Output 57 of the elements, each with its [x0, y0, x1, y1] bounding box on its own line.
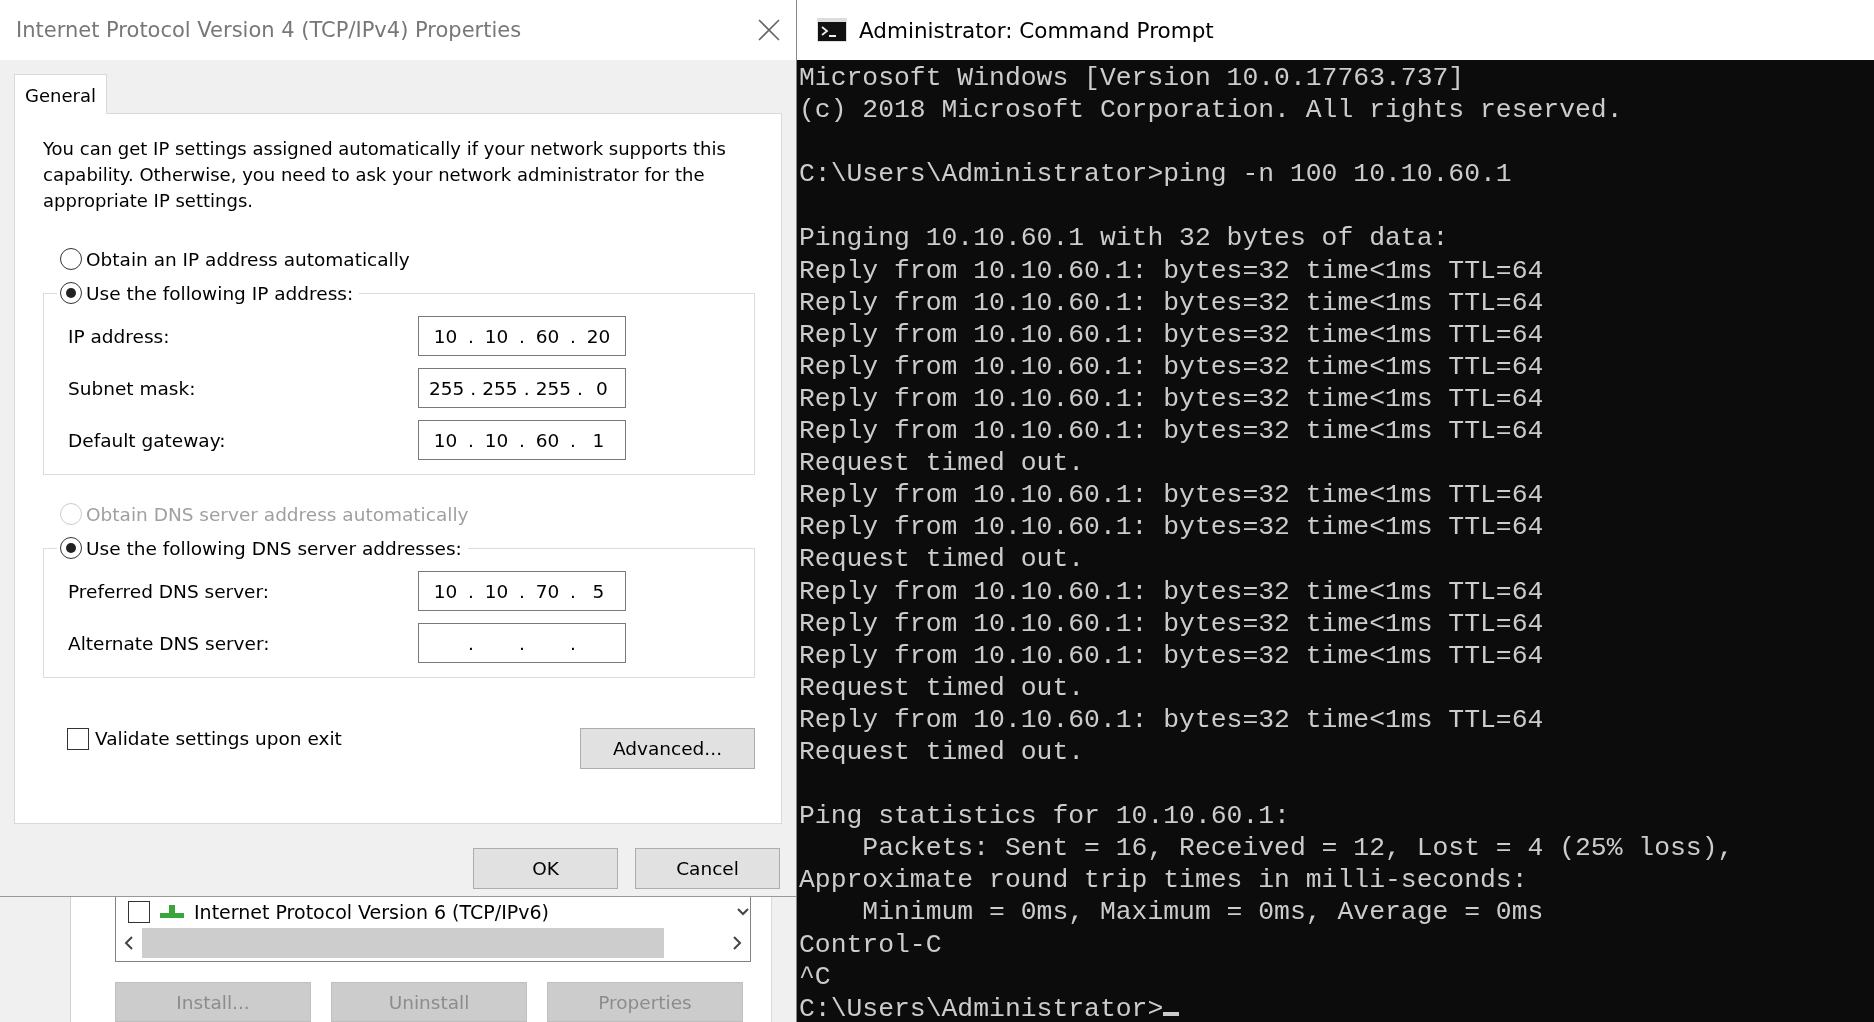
console-line: ^C: [799, 960, 832, 993]
close-icon[interactable]: [758, 19, 780, 41]
ip-address-field[interactable]: 255 . 255 . 255 . 0: [418, 368, 626, 408]
console-icon: [817, 18, 847, 42]
advanced-button[interactable]: Advanced...: [580, 728, 755, 769]
console-line: Request timed out.: [799, 543, 1086, 576]
chevron-left-icon[interactable]: [122, 935, 136, 951]
console-line: Microsoft Windows [Version 10.0.17763.737]: [799, 62, 1466, 95]
console-line: Reply from 10.10.60.1: bytes=32 time<1ms TTL=64: [799, 415, 1545, 448]
window-title: Administrator: Command Prompt: [859, 17, 1214, 43]
ip-address-field[interactable]: 10 . 10 . 70 . 5: [418, 571, 626, 611]
field-label: IP address:: [68, 325, 171, 347]
console-line: Reply from 10.10.60.1: bytes=32 time<1ms TTL=64: [799, 286, 1545, 319]
chevron-right-icon[interactable]: [730, 935, 744, 951]
checkbox[interactable]: [128, 901, 150, 923]
console-line: Reply from 10.10.60.1: bytes=32 time<1ms TTL=64: [799, 639, 1545, 672]
console-line: Reply from 10.10.60.1: bytes=32 time<1ms TTL=64: [799, 575, 1545, 608]
field-label: Subnet mask:: [68, 377, 197, 399]
console-line: Reply from 10.10.60.1: bytes=32 time<1ms TTL=64: [799, 479, 1545, 512]
ip-address-field[interactable]: . . .: [418, 623, 626, 663]
field-label: Default gateway:: [68, 429, 227, 451]
field-label: Alternate DNS server:: [68, 632, 271, 654]
console-line: Request timed out.: [799, 447, 1086, 480]
cancel-button[interactable]: Cancel: [635, 848, 780, 889]
tab[interactable]: General: [14, 74, 107, 114]
console-line: Ping statistics for 10.10.60.1:: [799, 800, 1291, 833]
checkbox[interactable]: [67, 727, 89, 750]
console-line: Pinging 10.10.60.1 with 32 bytes of data:: [799, 222, 1450, 255]
console-line: Approximate round trip times in milli-seconds:: [799, 864, 1529, 897]
console-line: Request timed out.: [799, 735, 1086, 769]
radio-label[interactable]: Obtain an IP address automatically: [86, 248, 410, 270]
console-line: Packets: Sent = 16, Received = 12, Lost = 4 (25% loss),: [861, 832, 1735, 865]
ip-address-field[interactable]: 10 . 10 . 60 . 1: [418, 420, 626, 460]
ip-address-field[interactable]: 10 . 10 . 60 . 20: [418, 316, 626, 356]
console-line: Reply from 10.10.60.1: bytes=32 time<1ms TTL=64: [799, 350, 1545, 383]
radio-button[interactable]: [60, 282, 82, 304]
window-title: Internet Protocol Version 4 (TCP/IPv4) Properties: [16, 18, 522, 42]
intro-text: You can get IP settings assigned automatically if your network supports this capability. Otherwise, you need to ask your network administrator for the appropriate IP settings.: [43, 137, 727, 213]
list-item[interactable]: Internet Protocol Version 6 (TCP/IPv6): [194, 901, 728, 923]
console-prompt[interactable]: C:\Users\Administrator>: [799, 993, 1164, 1022]
radio-button[interactable]: [60, 248, 82, 270]
ok-button[interactable]: OK: [473, 848, 618, 889]
radio-button[interactable]: [60, 537, 82, 559]
console-line: Reply from 10.10.60.1: bytes=32 time<1ms TTL=64: [799, 607, 1545, 640]
console-line: Reply from 10.10.60.1: bytes=32 time<1ms TTL=64: [799, 382, 1545, 416]
console-line: Reply from 10.10.60.1: bytes=32 time<1ms TTL=64: [799, 511, 1545, 544]
console-line: Reply from 10.10.60.1: bytes=32 time<1ms TTL=64: [799, 703, 1545, 736]
console-line: Minimum = 0ms, Maximum = 0ms, Average = 0ms: [861, 896, 1545, 929]
network-icon: [158, 905, 186, 919]
console-line: Reply from 10.10.60.1: bytes=32 time<1ms TTL=64: [799, 254, 1545, 287]
console-line: C:\Users\Administrator>ping -n 100 10.10.60.1: [799, 158, 1513, 191]
field-label: Preferred DNS server:: [68, 580, 270, 602]
console-line: Control-C: [799, 928, 943, 961]
console-line: (c) 2018 Microsoft Corporation. All rights reserved.: [799, 94, 1624, 127]
console-line: Reply from 10.10.60.1: bytes=32 time<1ms TTL=64: [799, 318, 1545, 351]
console-line: Request timed out.: [799, 671, 1086, 704]
checkbox-label[interactable]: Validate settings upon exit: [95, 728, 342, 749]
